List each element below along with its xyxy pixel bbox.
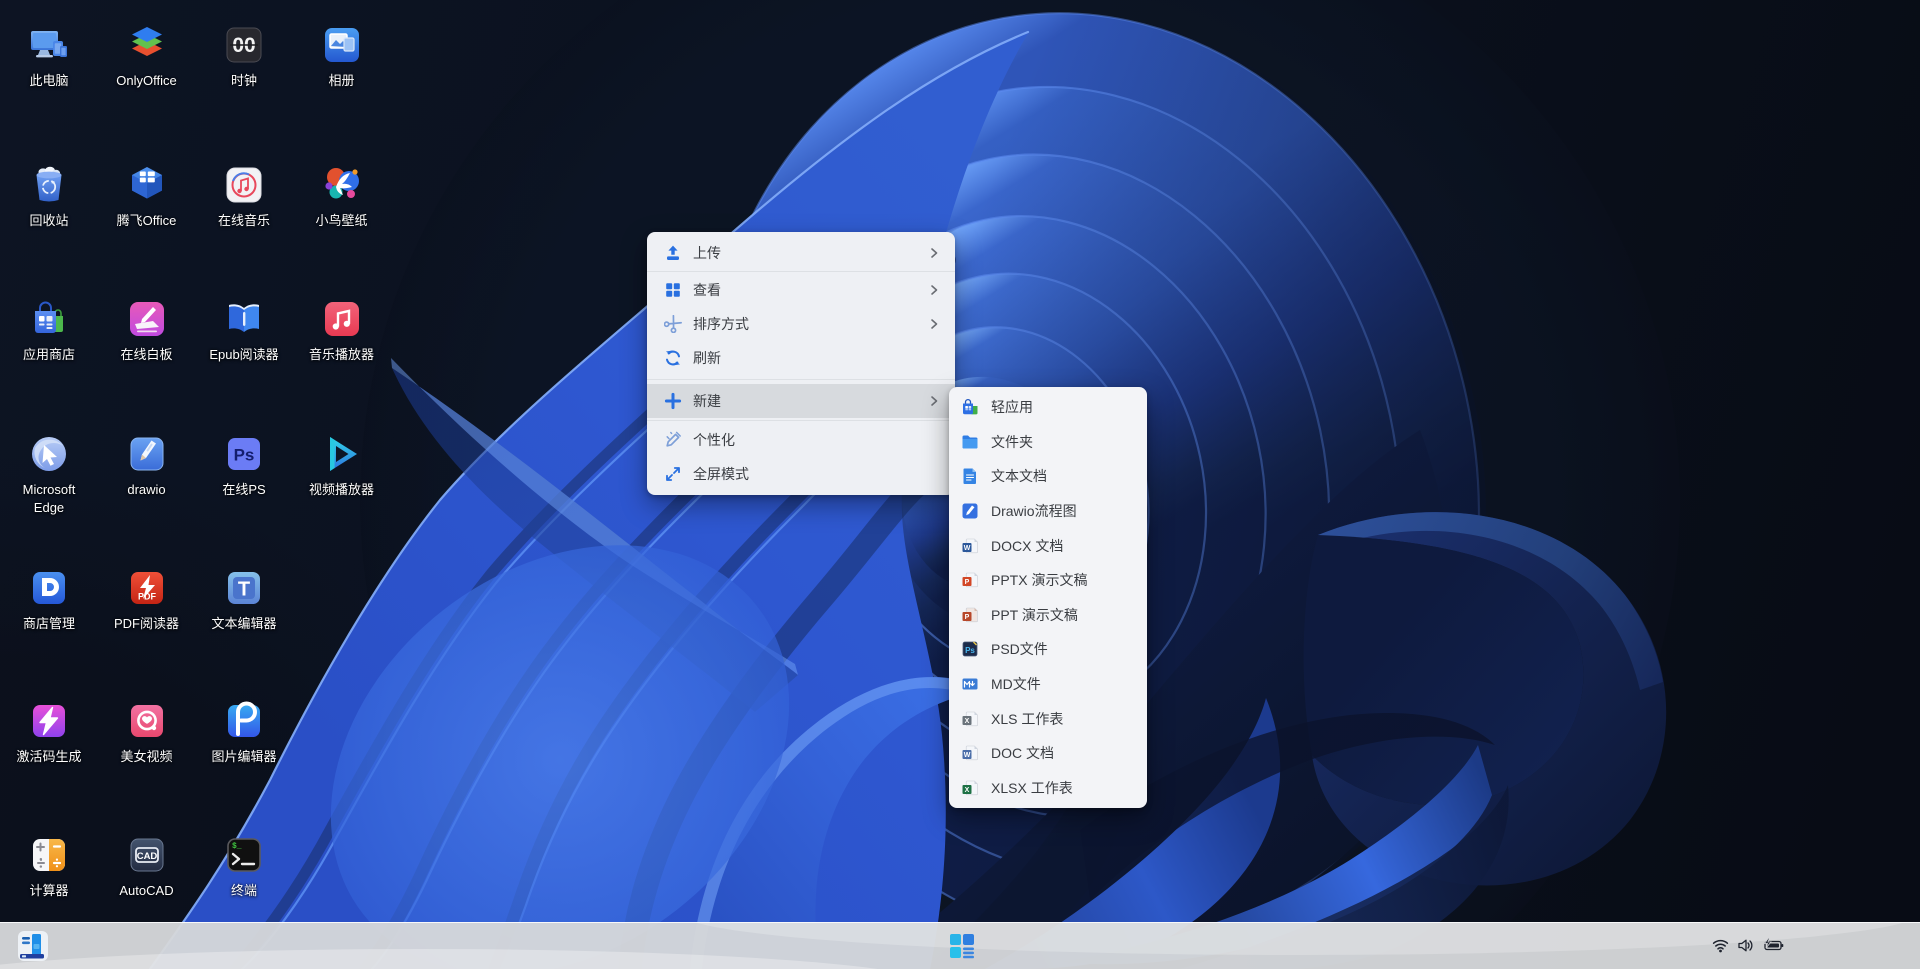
- svg-text:W: W: [964, 752, 971, 759]
- svg-text:W: W: [964, 545, 971, 552]
- svg-text:X: X: [965, 787, 970, 794]
- svg-text:$_: $_: [232, 842, 242, 851]
- svg-text:P: P: [965, 579, 970, 586]
- svg-text:CAD: CAD: [136, 851, 157, 862]
- svg-text:T: T: [238, 579, 250, 601]
- svg-text:Ps: Ps: [234, 446, 255, 465]
- svg-text:PDF: PDF: [138, 592, 157, 602]
- svg-text:Ps: Ps: [965, 646, 975, 655]
- svg-text:P: P: [965, 614, 970, 621]
- svg-text:X: X: [965, 718, 970, 725]
